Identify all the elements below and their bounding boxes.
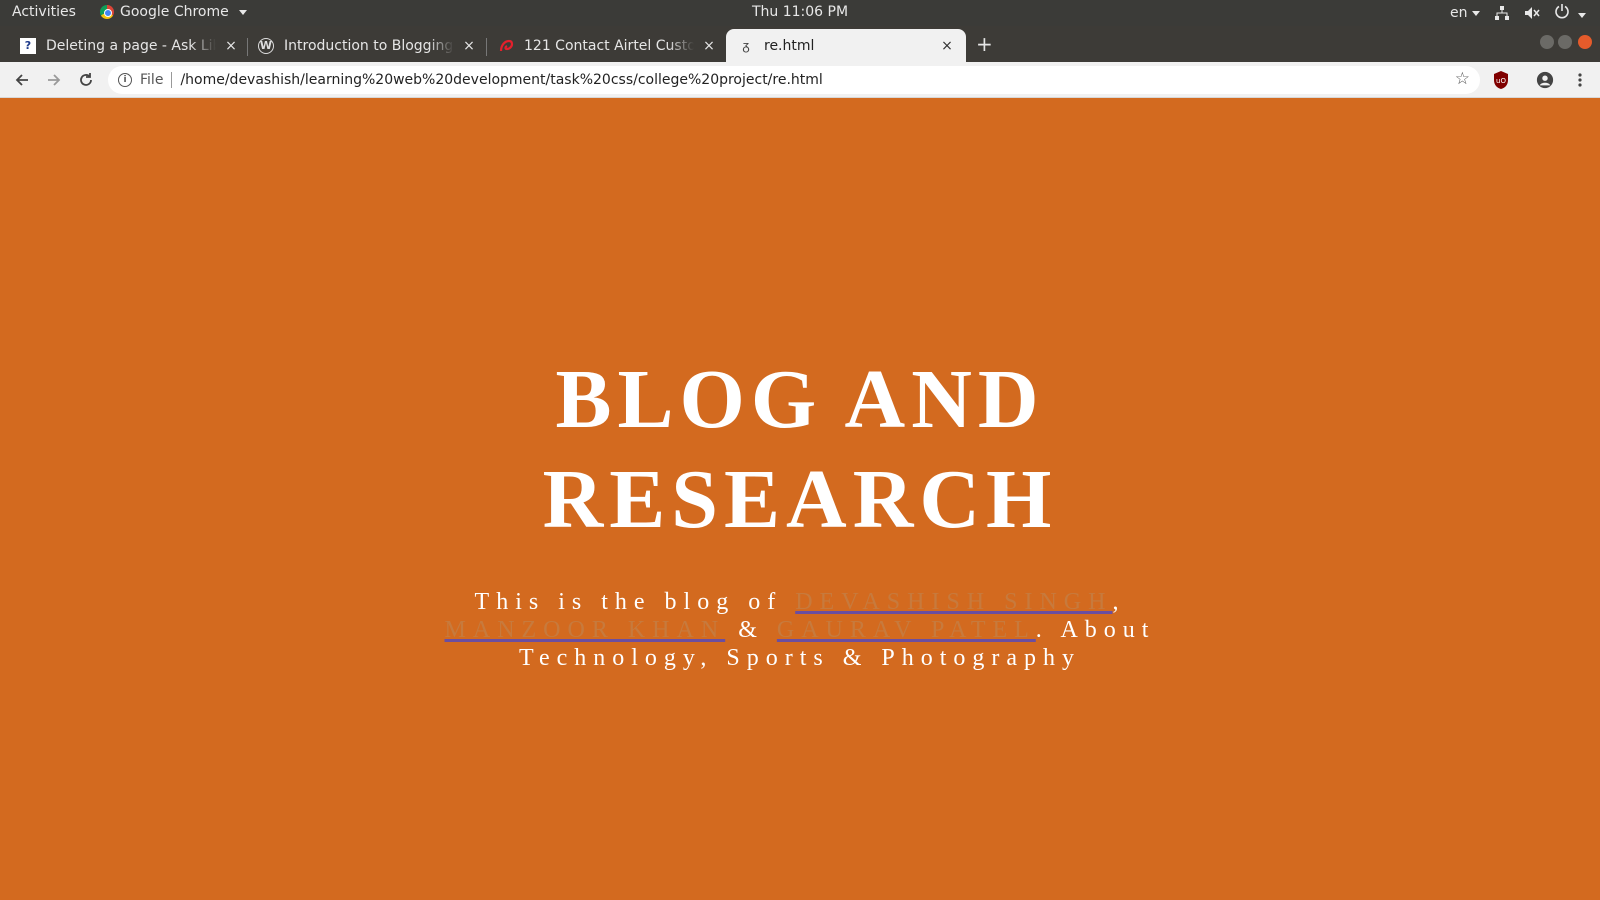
close-window-button[interactable] xyxy=(1578,35,1592,49)
kebab-menu-icon xyxy=(1578,73,1582,87)
chevron-down-icon xyxy=(1471,10,1480,16)
volume-muted-icon[interactable] xyxy=(1524,5,1540,21)
address-bar[interactable]: i File /home/devashish/learning%20web%20… xyxy=(108,66,1480,94)
forward-button[interactable] xyxy=(42,68,66,92)
close-icon[interactable]: × xyxy=(938,38,956,54)
power-menu[interactable] xyxy=(1554,3,1586,23)
tab-strip: ? Deleting a page - Ask Libre × W Introd… xyxy=(0,26,1600,62)
author-link-manzoor[interactable]: MANZOOR KHAN xyxy=(445,617,726,643)
tab-introduction-to-blogging[interactable]: W Introduction to Blogging × xyxy=(258,29,478,62)
page-viewport: BLOG AND RESEARCH This is the blog of DE… xyxy=(0,98,1600,900)
system-top-bar: Activities Google Chrome Thu 11:06 PM en xyxy=(0,0,1600,26)
tab-re-html[interactable]: ᵹ re.html × xyxy=(726,29,966,62)
question-mark-icon: ? xyxy=(20,37,36,54)
browser-toolbar: i File /home/devashish/learning%20web%20… xyxy=(0,62,1600,98)
arrow-left-icon xyxy=(15,74,28,86)
back-button[interactable] xyxy=(10,68,34,92)
tagline: This is the blog of DEVASHISH SINGH, MAN… xyxy=(444,589,1156,671)
profile-avatar-icon[interactable] xyxy=(1536,70,1554,90)
menu-button[interactable] xyxy=(1568,68,1592,92)
close-icon[interactable]: × xyxy=(222,38,240,54)
wordpress-icon: W xyxy=(258,37,274,54)
minimize-window-button[interactable] xyxy=(1540,35,1554,49)
url-text[interactable]: /home/devashish/learning%20web%20develop… xyxy=(180,72,822,88)
info-icon[interactable]: i xyxy=(118,73,132,87)
reload-button[interactable] xyxy=(74,68,98,92)
tab-title: re.html xyxy=(764,37,815,54)
title-line-2: RESEARCH xyxy=(542,453,1058,546)
tab-title: Introduction to Blogging xyxy=(284,37,454,54)
close-icon[interactable]: × xyxy=(460,38,478,54)
new-tab-button[interactable]: + xyxy=(976,32,993,56)
hero-section: BLOG AND RESEARCH This is the blog of DE… xyxy=(0,350,1600,672)
power-icon xyxy=(1554,4,1569,19)
tab-title: 121 Contact Airtel Customer xyxy=(524,37,694,54)
maximize-window-button[interactable] xyxy=(1558,35,1572,49)
arrow-right-icon xyxy=(48,74,61,86)
author-link-gaurav[interactable]: GAURAV PATEL xyxy=(777,617,1036,643)
title-line-1: BLOG AND xyxy=(555,353,1045,446)
bookmark-star-icon[interactable]: ☆ xyxy=(1455,69,1470,89)
tab-airtel-contact[interactable]: 121 Contact Airtel Customer × xyxy=(498,29,718,62)
system-tray[interactable]: en xyxy=(1450,3,1586,23)
language-indicator[interactable]: en xyxy=(1450,5,1480,21)
reload-icon xyxy=(80,73,92,86)
author-link-devashish[interactable]: DEVASHISH SINGH xyxy=(795,589,1112,615)
network-icon[interactable] xyxy=(1494,5,1510,21)
page-title: BLOG AND RESEARCH xyxy=(0,350,1600,550)
clock[interactable]: Thu 11:06 PM xyxy=(0,4,1600,20)
airtel-icon xyxy=(499,39,514,51)
tab-deleting-a-page[interactable]: ? Deleting a page - Ask Libre × xyxy=(20,29,240,62)
scheme-label: File xyxy=(140,72,164,88)
close-icon[interactable]: × xyxy=(700,38,718,54)
file-icon: ᵹ xyxy=(742,38,750,54)
chevron-down-icon xyxy=(1578,12,1586,18)
ublock-icon[interactable]: uO xyxy=(1492,70,1510,90)
tab-title: Deleting a page - Ask Libre xyxy=(46,37,216,54)
svg-text:uO: uO xyxy=(1496,77,1506,85)
